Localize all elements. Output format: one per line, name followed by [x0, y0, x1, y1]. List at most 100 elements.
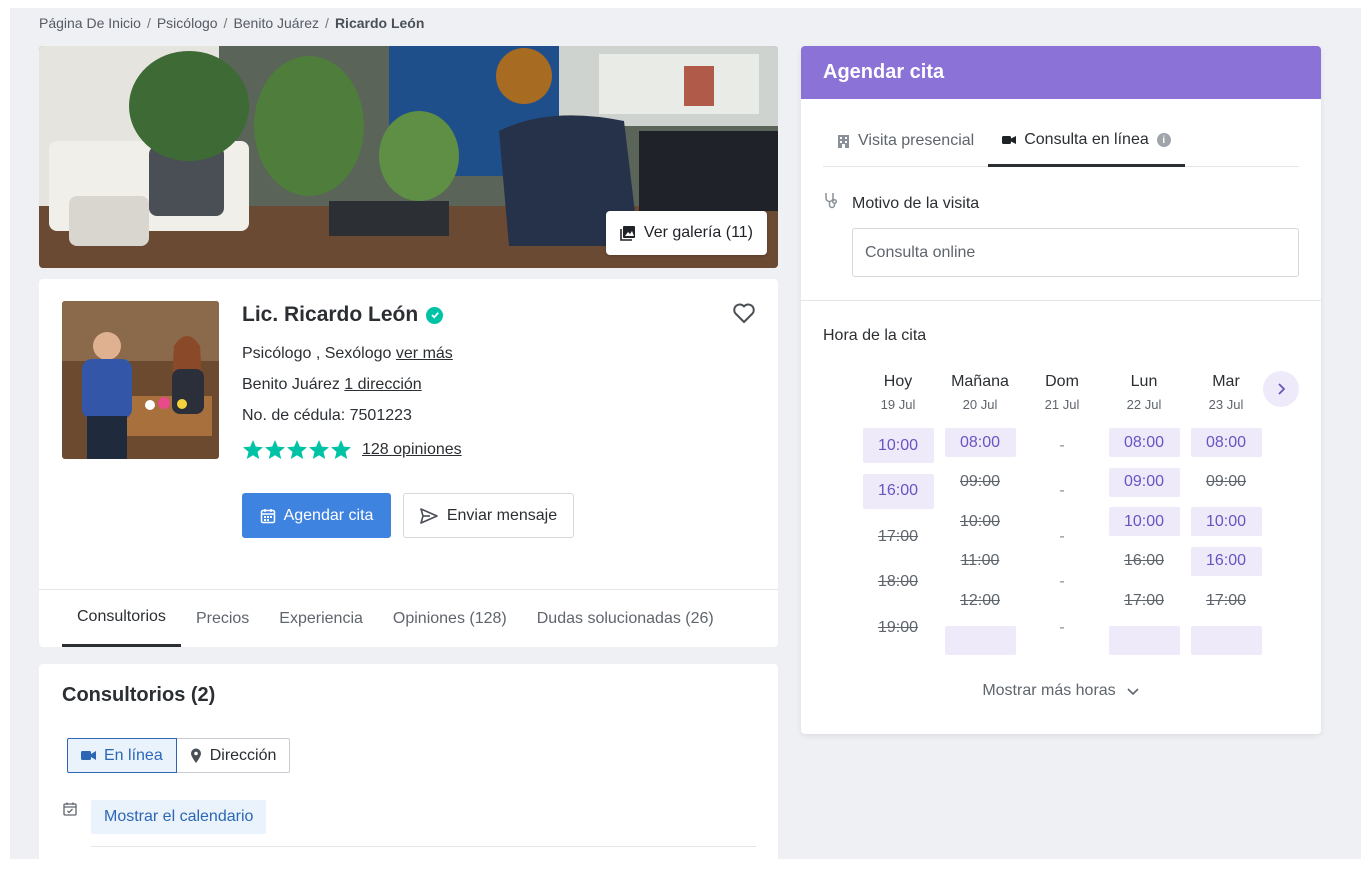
online-toggle-label: En línea — [104, 746, 163, 764]
chevron-right-icon — [1278, 383, 1286, 395]
visit-reason-select[interactable]: Consulta online — [852, 228, 1299, 277]
show-calendar-button[interactable]: Mostrar el calendario — [91, 800, 267, 834]
slot-column: 08:00 09:00 10:00 16:00 17:00 — [1103, 428, 1185, 665]
time-slot-available[interactable]: 09:00 — [1108, 467, 1180, 497]
tab-opiniones[interactable]: Opiniones (128) — [378, 590, 522, 647]
breadcrumb-home[interactable]: Página De Inicio — [39, 15, 141, 31]
offices-title: Consultorios (2) — [62, 684, 216, 706]
day-column-header: Lun 22 Jul — [1103, 373, 1185, 412]
tab-in-person-visit[interactable]: Visita presencial — [823, 116, 988, 166]
time-slot-available[interactable]: 10:00 — [1190, 507, 1262, 536]
chevron-down-icon — [1127, 687, 1139, 695]
show-more-hours-button[interactable]: Mostrar más horas — [801, 682, 1321, 700]
doctor-name: Lic. Ricardo León — [242, 303, 419, 326]
tab-online-label: Consulta en línea — [1024, 131, 1149, 148]
time-slot-available[interactable] — [944, 625, 1016, 655]
page: Página De Inicio / Psicólogo / Benito Juár… — [10, 8, 1361, 859]
gallery-icon — [620, 226, 635, 241]
video-camera-icon — [1002, 136, 1017, 144]
breadcrumb: Página De Inicio / Psicólogo / Benito Juár… — [39, 15, 425, 31]
divider — [91, 846, 756, 847]
slot-column: 10:00 16:00 17:00 18:00 19:00 — [857, 428, 939, 665]
specialties-line: Psicólogo , Sexólogo ver más — [242, 345, 453, 363]
time-slot-available[interactable] — [1190, 625, 1262, 655]
info-icon[interactable]: i — [1156, 133, 1171, 147]
calendar-days-header: Hoy 19 Jul Mañana 20 Jul Dom 21 Jul Lun 22 J… — [857, 373, 1267, 412]
time-slot-available[interactable]: 08:00 — [944, 428, 1016, 457]
time-slot-booked: 09:00 — [1205, 473, 1247, 490]
send-message-label: Enviar mensaje — [446, 506, 558, 524]
tab-experiencia[interactable]: Experiencia — [264, 590, 378, 647]
day-date: 22 Jul — [1126, 397, 1162, 412]
day-column-header: Hoy 19 Jul — [857, 373, 939, 412]
tab-precios[interactable]: Precios — [181, 590, 264, 647]
time-slot-available[interactable]: 08:00 — [1108, 428, 1180, 457]
office-photo[interactable]: Ver galería (11) — [39, 46, 778, 268]
day-name: Mar — [1212, 373, 1240, 390]
time-slot-available[interactable]: 10:00 — [862, 428, 934, 463]
address-toggle-button[interactable]: Dirección — [176, 738, 291, 773]
day-name: Dom — [1045, 373, 1079, 390]
visit-type-tabs: Visita presencial Consulta en línea i — [823, 116, 1299, 167]
addresses-link[interactable]: 1 dirección — [344, 376, 421, 393]
calendar-icon — [260, 508, 275, 523]
video-camera-icon — [81, 751, 96, 760]
doctor-photo — [62, 301, 219, 459]
profile-card: Lic. Ricardo León Psicólogo , Sexólogo v… — [39, 279, 778, 647]
favorite-heart-icon[interactable] — [732, 302, 756, 329]
calendar-check-icon — [63, 802, 77, 821]
office-type-toggle: En línea Dirección — [67, 738, 291, 773]
gallery-button[interactable]: Ver galería (11) — [605, 211, 767, 255]
tab-in-person-label: Visita presencial — [858, 132, 975, 149]
license-number: No. de cédula: 7501223 — [242, 407, 412, 424]
send-message-button[interactable]: Enviar mensaje — [403, 493, 574, 538]
online-toggle-button[interactable]: En línea — [67, 738, 177, 773]
booking-widget: Agendar cita Visita presencial Consulta … — [801, 46, 1321, 734]
slot-unavailable: - — [1059, 482, 1065, 499]
time-slot-booked: 17:00 — [1205, 591, 1247, 609]
send-icon — [420, 507, 438, 524]
breadcrumb-specialty[interactable]: Psicólogo — [157, 15, 218, 31]
day-name: Lun — [1130, 373, 1158, 390]
address-toggle-label: Dirección — [209, 746, 277, 764]
book-appointment-button[interactable]: Agendar cita — [242, 493, 391, 538]
day-name: Mañana — [951, 373, 1009, 390]
time-slot-available[interactable]: 08:00 — [1190, 428, 1262, 457]
time-slot-available[interactable]: 16:00 — [862, 473, 934, 509]
time-slot-booked: 12:00 — [959, 591, 1001, 609]
time-slot-booked: 17:00 — [877, 527, 919, 545]
tab-online-consult[interactable]: Consulta en línea i — [988, 116, 1185, 167]
breadcrumb-city[interactable]: Benito Juárez — [233, 15, 319, 31]
slot-unavailable: - — [1059, 527, 1065, 545]
day-column-header: Mañana 20 Jul — [939, 373, 1021, 412]
tab-consultorios[interactable]: Consultorios — [62, 590, 181, 647]
day-column-header: Dom 21 Jul — [1021, 373, 1103, 412]
next-days-button[interactable] — [1263, 371, 1299, 407]
breadcrumb-current: Ricardo León — [334, 15, 425, 31]
book-appointment-label: Agendar cita — [283, 506, 374, 524]
time-slot-booked: 16:00 — [1123, 552, 1165, 569]
location-pin-icon — [190, 748, 201, 763]
doctor-name-row: Lic. Ricardo León — [242, 303, 444, 327]
time-slot-booked: 17:00 — [1123, 591, 1165, 609]
time-slot-available[interactable]: 10:00 — [1108, 507, 1180, 536]
see-more-link[interactable]: ver más — [396, 345, 453, 362]
slot-column: 08:00 09:00 10:00 16:00 17:00 — [1185, 428, 1267, 665]
time-slot-booked: 10:00 — [959, 512, 1001, 530]
time-slot-available[interactable] — [1108, 625, 1180, 655]
slot-unavailable: - — [1059, 436, 1065, 454]
time-slots-grid: 10:00 16:00 17:00 18:00 19:00 08:00 09:00 10:00… — [857, 428, 1267, 665]
tab-dudas[interactable]: Dudas solucionadas (26) — [522, 590, 729, 647]
star-rating-icon — [243, 440, 351, 459]
time-slot-booked: 19:00 — [877, 618, 919, 636]
profile-tabs: Consultorios Precios Experiencia Opinion… — [62, 590, 729, 647]
stethoscope-icon — [823, 192, 839, 215]
divider — [801, 300, 1321, 301]
reviews-link[interactable]: 128 opiniones — [362, 441, 462, 459]
verified-badge-icon — [426, 306, 444, 324]
slot-column: - - - - - — [1021, 428, 1103, 665]
time-slot-available[interactable]: 16:00 — [1190, 546, 1262, 576]
time-slot-booked: 18:00 — [877, 573, 919, 590]
time-slot-booked: 09:00 — [959, 473, 1001, 490]
day-date: 20 Jul — [962, 397, 998, 412]
